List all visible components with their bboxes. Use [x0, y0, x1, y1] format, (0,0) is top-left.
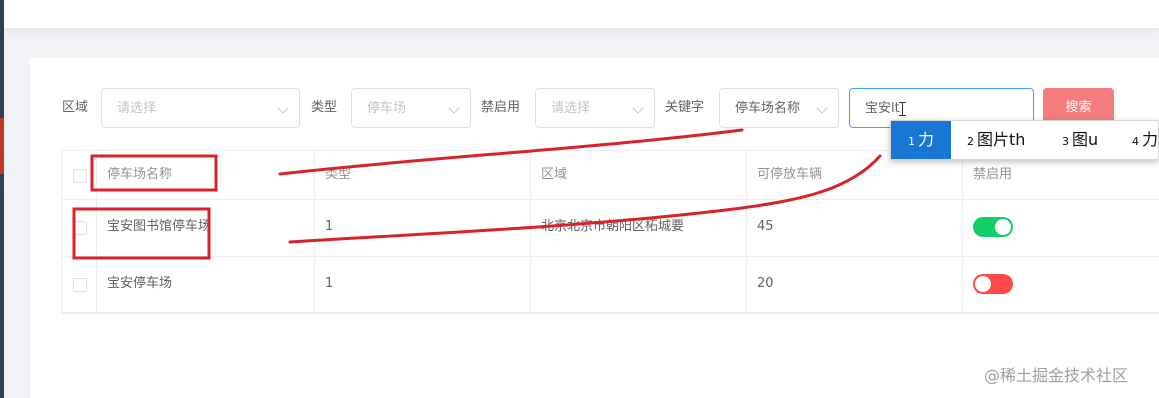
chevron-down-icon: [448, 102, 460, 114]
ime-candidate-number: 2: [967, 135, 974, 148]
table-row[interactable]: 宝安图书馆停车场 1 北京北京市朝阳区柘城要 45: [62, 199, 1159, 257]
type-select[interactable]: 停车场: [351, 88, 471, 128]
parking-table: 停车场名称 类型 区域 可停放车辆 禁启用 宝安图书馆停车场 1 北京北京市朝阳…: [61, 150, 1159, 314]
status-select[interactable]: 请选择: [535, 88, 655, 128]
cell-type: 1: [315, 199, 531, 256]
header-type[interactable]: 类型: [315, 151, 531, 199]
select-all-cell: [62, 151, 97, 199]
cell-name: 宝安图书馆停车场: [97, 199, 315, 256]
ime-candidate[interactable]: 1力: [891, 121, 951, 159]
cell-capacity-text: 20: [757, 276, 774, 291]
cell-capacity-text: 45: [757, 219, 774, 234]
watermark: @稀土掘金技术社区: [984, 366, 1129, 385]
cell-capacity: 20: [747, 256, 963, 313]
ime-candidate-number: 1: [907, 135, 915, 148]
cell-type-text: 1: [325, 276, 334, 291]
ime-candidate-popup: 1力 2 图片th 3 图u 4力: [890, 120, 1159, 160]
header-region[interactable]: 区域: [531, 151, 747, 199]
row-select-cell: [62, 199, 97, 256]
header-name-label: 停车场名称: [107, 167, 173, 182]
enable-switch[interactable]: [973, 217, 1013, 237]
table-row[interactable]: 宝安停车场 1 20: [62, 256, 1159, 314]
ime-candidate-number: 3: [1062, 135, 1069, 148]
keyword-field-value: 停车场名称: [735, 101, 801, 116]
chevron-down-icon: [277, 102, 289, 114]
cell-name-text: 宝安停车场: [107, 276, 173, 291]
chevron-down-icon: [816, 102, 828, 114]
switch-knob: [995, 219, 1011, 235]
region-select[interactable]: 请选择: [101, 88, 300, 128]
keyword-input-value: 宝安lt: [865, 99, 906, 119]
cell-region: 北京北京市朝阳区柘城要: [531, 199, 747, 256]
ime-candidate[interactable]: 3 图u: [1062, 121, 1098, 159]
cell-capacity: 45: [747, 199, 963, 256]
type-label: 类型: [311, 100, 338, 115]
status-select-placeholder: 请选择: [551, 101, 591, 116]
row-select-cell: [62, 256, 97, 313]
cell-name-text: 宝安图书馆停车场: [107, 219, 212, 234]
ime-candidate-text: 力: [917, 130, 934, 149]
row-checkbox[interactable]: [73, 221, 87, 235]
row-checkbox[interactable]: [73, 278, 87, 292]
text-cursor-icon: [898, 101, 906, 116]
ime-candidate-text: 图片th: [977, 130, 1026, 149]
header-status-label: 禁启用: [973, 167, 1013, 182]
cell-name: 宝安停车场: [97, 256, 315, 313]
keyword-label: 关键字: [665, 100, 705, 115]
cell-status: [963, 199, 1159, 256]
cell-type-text: 1: [325, 219, 334, 234]
sidebar-active-marker: [0, 118, 4, 174]
switch-knob: [975, 276, 991, 292]
header-capacity-label: 可停放车辆: [757, 167, 823, 182]
region-label: 区域: [62, 100, 89, 115]
region-select-placeholder: 请选择: [117, 101, 157, 116]
keyword-field-select[interactable]: 停车场名称: [719, 88, 839, 128]
select-all-checkbox[interactable]: [73, 169, 87, 183]
enable-switch[interactable]: [973, 274, 1013, 294]
ime-candidate[interactable]: 4力: [1132, 121, 1158, 159]
cell-region: [531, 256, 747, 313]
cell-status: [963, 256, 1159, 313]
chevron-down-icon: [632, 102, 644, 114]
type-select-placeholder: 停车场: [367, 101, 407, 116]
cell-region-text: 北京北京市朝阳区柘城要: [541, 219, 685, 234]
ime-candidate-text: 力: [1142, 130, 1159, 149]
ime-candidate-text: 图u: [1072, 130, 1099, 149]
header-region-label: 区域: [541, 167, 568, 182]
ime-candidate[interactable]: 2 图片th: [967, 121, 1025, 159]
keyword-input-text: 宝安lt: [865, 101, 900, 116]
ime-candidate-number: 4: [1132, 135, 1139, 148]
header-name[interactable]: 停车场名称: [97, 151, 315, 199]
sidebar-edge: [0, 0, 4, 398]
cell-type: 1: [315, 256, 531, 313]
top-navbar: [4, 0, 1159, 28]
status-label: 禁启用: [481, 100, 521, 115]
header-type-label: 类型: [325, 167, 352, 182]
